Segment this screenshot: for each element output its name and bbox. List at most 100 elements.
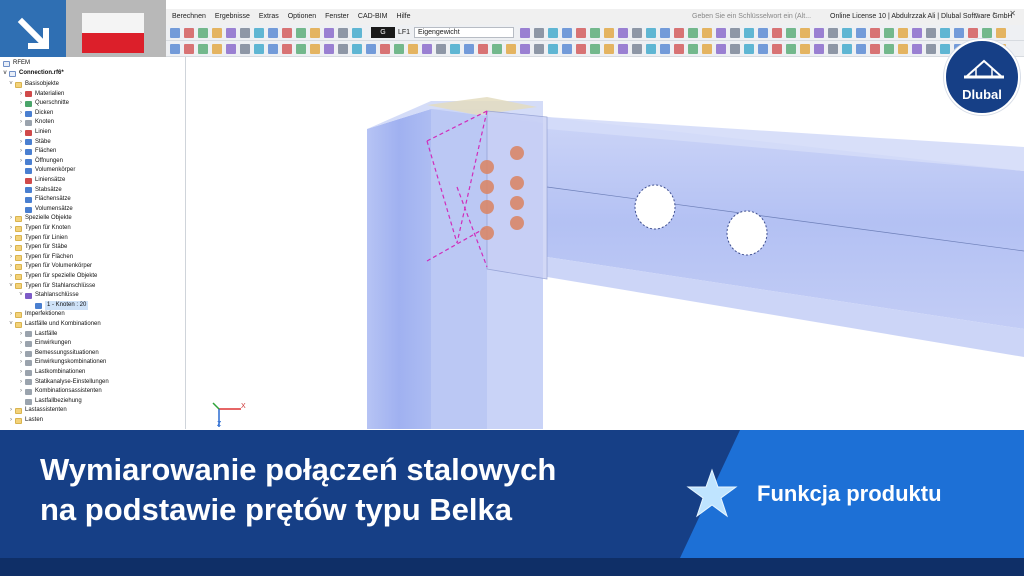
toolbar-button-icon[interactable]	[632, 44, 642, 54]
toolbar-button-icon[interactable]	[590, 28, 600, 38]
toolbar-button-icon[interactable]	[394, 44, 404, 54]
chevron-right-icon[interactable]: ›	[18, 118, 24, 128]
nav-item[interactable]: › Typen für Flächen	[8, 253, 73, 263]
toolbar-button-icon[interactable]	[674, 44, 684, 54]
nav-item[interactable]: Stabsätze	[18, 186, 62, 196]
nav-item[interactable]: › Knoten	[18, 118, 54, 128]
toolbar-button-icon[interactable]	[268, 28, 278, 38]
toolbar-button-icon[interactable]	[800, 28, 810, 38]
toolbar-button-icon[interactable]	[828, 28, 838, 38]
toolbar-button-icon[interactable]	[814, 44, 824, 54]
toolbar-button-icon[interactable]	[198, 44, 208, 54]
toolbar-button-icon[interactable]	[842, 44, 852, 54]
toolbar-button-icon[interactable]	[926, 44, 936, 54]
nav-item[interactable]: › Linien	[18, 128, 51, 138]
toolbar-button-icon[interactable]	[170, 44, 180, 54]
chevron-right-icon[interactable]: ›	[18, 330, 24, 340]
toolbar-button-icon[interactable]	[660, 28, 670, 38]
chevron-right-icon[interactable]: ›	[8, 416, 14, 426]
model-viewport[interactable]: X Z	[187, 57, 1024, 429]
chevron-right-icon[interactable]: ›	[18, 128, 24, 138]
nav-item[interactable]: › Bemessungssituationen	[18, 349, 99, 359]
toolbar-button-icon[interactable]	[268, 44, 278, 54]
chevron-right-icon[interactable]: ›	[8, 224, 14, 234]
nav-item[interactable]: › Lastfälle	[18, 330, 57, 340]
toolbar-button-icon[interactable]	[534, 44, 544, 54]
toolbar-button-icon[interactable]	[562, 28, 572, 38]
chevron-right-icon[interactable]: ›	[8, 234, 14, 244]
toolbar-button-icon[interactable]	[856, 44, 866, 54]
nav-item[interactable]: › Typen für spezielle Objekte	[8, 272, 97, 282]
chevron-right-icon[interactable]: ›	[8, 253, 14, 263]
toolbar-button-icon[interactable]	[450, 44, 460, 54]
nav-item[interactable]: › Stäbe	[18, 138, 51, 148]
toolbar-button-icon[interactable]	[464, 44, 474, 54]
nav-item[interactable]: › Dicken	[18, 109, 53, 119]
toolbar-button-icon[interactable]	[506, 44, 516, 54]
nav-item[interactable]: 1 - Knoten : 20	[28, 300, 89, 311]
toolbar-button-icon[interactable]	[884, 28, 894, 38]
toolbar-button-icon[interactable]	[338, 28, 348, 38]
chevron-right-icon[interactable]: ›	[18, 349, 24, 359]
toolbar-button-icon[interactable]	[226, 44, 236, 54]
toolbar-button-icon[interactable]	[282, 44, 292, 54]
toolbar-button-icon[interactable]	[240, 28, 250, 38]
nav-item[interactable]: Lastfallbeziehung	[18, 397, 82, 407]
toolbar-button-icon[interactable]	[310, 28, 320, 38]
toolbar-button-icon[interactable]	[954, 28, 964, 38]
chevron-right-icon[interactable]: ›	[8, 406, 14, 416]
toolbar-button-icon[interactable]	[660, 44, 670, 54]
toolbar-button-icon[interactable]	[310, 44, 320, 54]
toolbar-button-icon[interactable]	[800, 44, 810, 54]
menu-item[interactable]: CAD-BIM	[358, 13, 388, 20]
toolbar-button-icon[interactable]	[576, 28, 586, 38]
toolbar-button-icon[interactable]	[912, 44, 922, 54]
chevron-right-icon[interactable]: ›	[18, 387, 24, 397]
nav-item[interactable]: Volumensätze	[18, 205, 73, 215]
chevron-right-icon[interactable]: ›	[8, 214, 14, 224]
nav-item[interactable]: › Öffnungen	[18, 157, 63, 167]
toolbar-button-icon[interactable]	[772, 28, 782, 38]
chevron-right-icon[interactable]: ›	[18, 147, 24, 157]
toolbar-button-icon[interactable]	[828, 44, 838, 54]
toolbar-button-icon[interactable]	[940, 28, 950, 38]
chevron-right-icon[interactable]: ›	[8, 262, 14, 272]
toolbar-button-icon[interactable]	[786, 44, 796, 54]
toolbar-button-icon[interactable]	[324, 44, 334, 54]
menu-item[interactable]: Berechnen	[172, 13, 206, 20]
toolbar-button-icon[interactable]	[534, 28, 544, 38]
chevron-right-icon[interactable]: ›	[18, 157, 24, 167]
toolbar-button-icon[interactable]	[548, 28, 558, 38]
toolbar-button-icon[interactable]	[632, 28, 642, 38]
toolbar-button-icon[interactable]	[352, 44, 362, 54]
nav-item[interactable]: ˅ Typen für Stahlanschlüsse	[8, 282, 95, 292]
toolbar-button-icon[interactable]	[716, 28, 726, 38]
toolbar-button-icon[interactable]	[576, 44, 586, 54]
nav-item[interactable]: Liniensätze	[18, 176, 65, 186]
minimize-icon[interactable]: –	[974, 9, 978, 18]
nav-item[interactable]: › Typen für Volumenkörper	[8, 262, 92, 272]
toolbar-button-icon[interactable]	[898, 44, 908, 54]
toolbar-button-icon[interactable]	[296, 28, 306, 38]
toolbar-button-icon[interactable]	[940, 44, 950, 54]
toolbar-button-icon[interactable]	[786, 28, 796, 38]
toolbar-button-icon[interactable]	[212, 28, 222, 38]
toolbar-button-icon[interactable]	[688, 44, 698, 54]
chevron-right-icon[interactable]: ›	[8, 243, 14, 253]
chevron-right-icon[interactable]: ›	[18, 138, 24, 148]
toolbar-button-icon[interactable]	[604, 28, 614, 38]
toolbar-button-icon[interactable]	[380, 44, 390, 54]
nav-item[interactable]: › Imperfektionen	[8, 310, 65, 320]
maximize-icon[interactable]: ▫	[992, 9, 995, 18]
toolbar-button-icon[interactable]	[982, 28, 992, 38]
toolbar-button-icon[interactable]	[884, 44, 894, 54]
toolbar-button-icon[interactable]	[730, 44, 740, 54]
chevron-right-icon[interactable]: ›	[18, 368, 24, 378]
toolbar-button-icon[interactable]	[366, 44, 376, 54]
toolbar-button-icon[interactable]	[898, 28, 908, 38]
toolbar-button-icon[interactable]	[618, 44, 628, 54]
toolbar-button-icon[interactable]	[646, 28, 656, 38]
nav-root[interactable]: RFEM	[2, 59, 30, 69]
close-icon[interactable]: ✕	[1009, 9, 1016, 18]
chevron-right-icon[interactable]: ›	[8, 272, 14, 282]
